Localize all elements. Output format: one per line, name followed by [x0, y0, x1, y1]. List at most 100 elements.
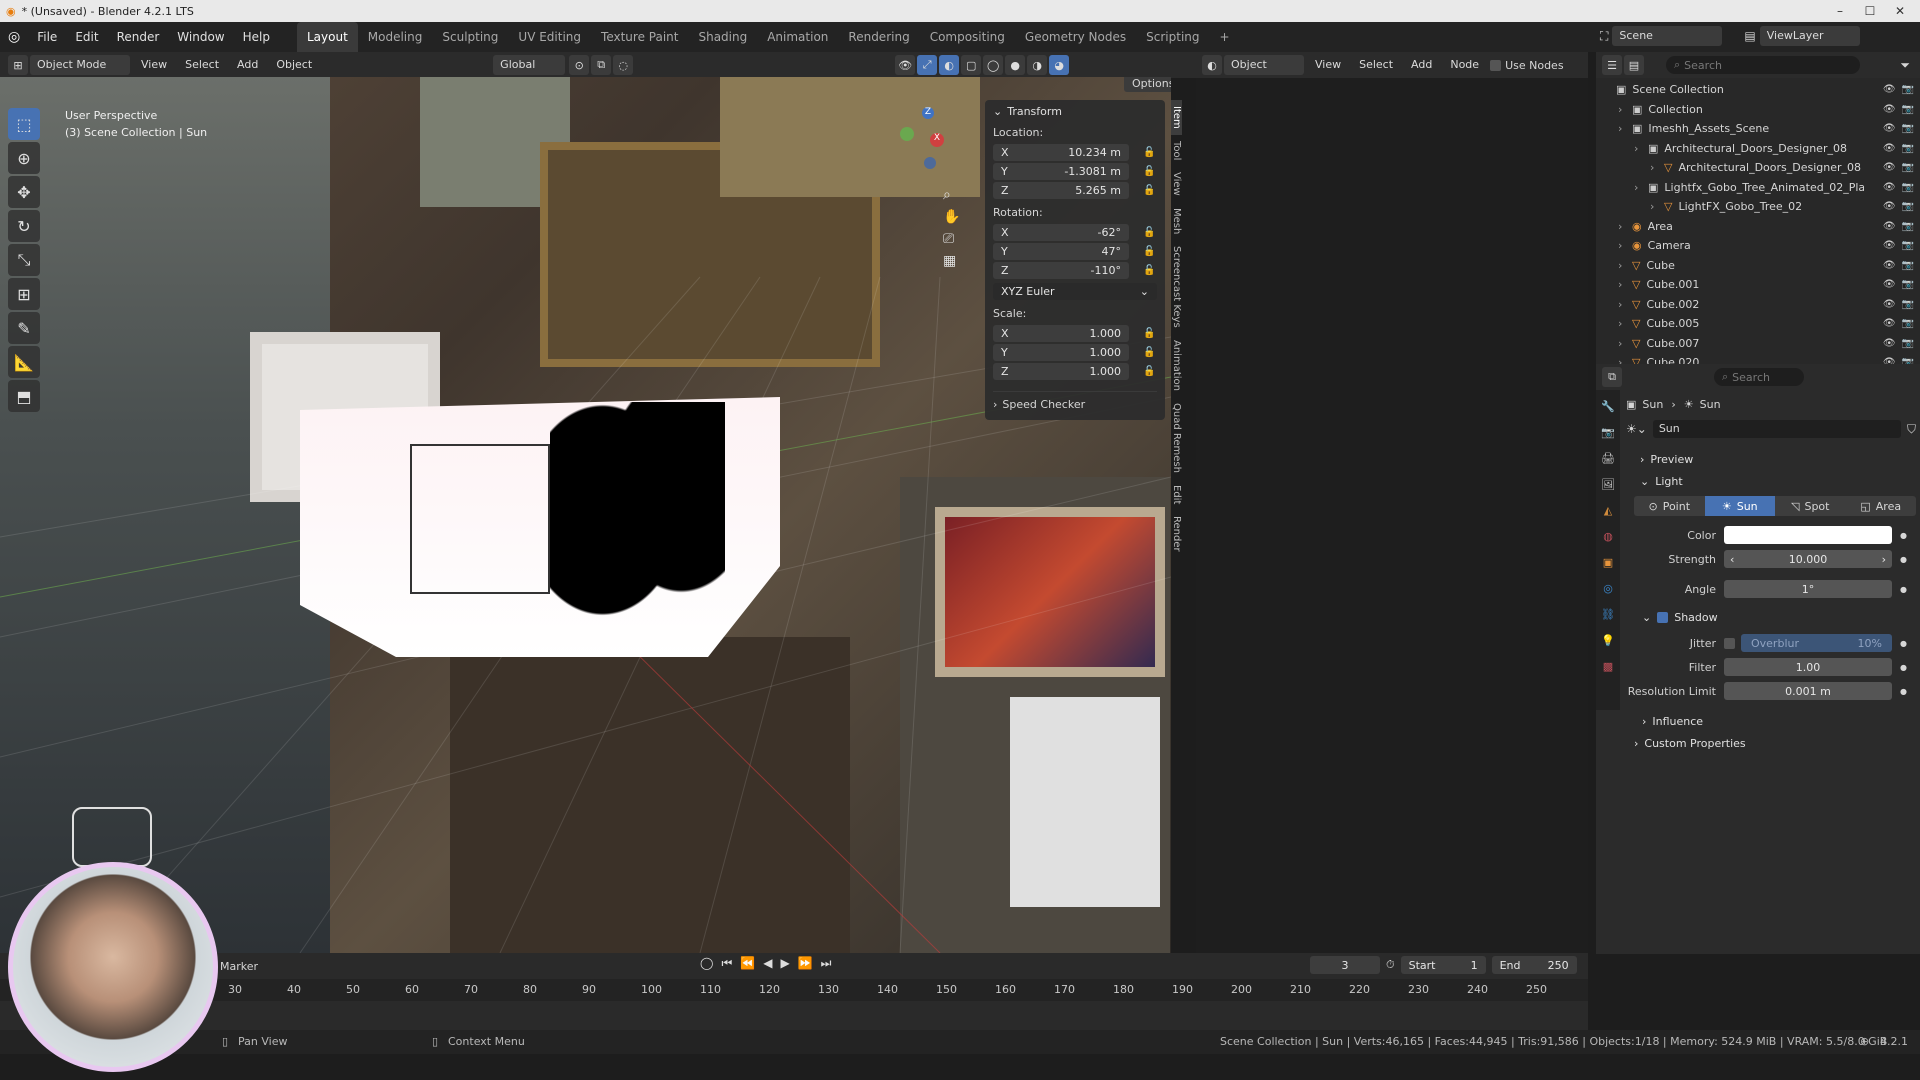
tab-mesh[interactable]: Mesh [1171, 202, 1182, 240]
lock-icon[interactable]: 🔓 [1143, 185, 1157, 196]
snap-icon[interactable]: ⧉ [591, 55, 612, 75]
mode-selector[interactable]: Object Mode [30, 55, 130, 75]
start-frame-field[interactable]: Start 1 [1400, 956, 1486, 974]
render-camera-icon[interactable]: 📷 [1902, 240, 1914, 251]
frame-ruler[interactable]: 30 40 50 60 70 80 90 100 110 120 130 140 150 160 170 18… [0, 979, 1588, 1001]
scene-props-icon[interactable]: ◭ [1598, 500, 1618, 520]
outliner-row[interactable]: › ▽ Cube.005 👁 📷 [1596, 314, 1920, 334]
light-type-area[interactable]: ◱ Area [1845, 496, 1916, 516]
filter-icon[interactable]: ⏷ [1900, 58, 1910, 73]
scale-x-field[interactable]: X 1.000 [993, 325, 1129, 342]
properties-search-input[interactable]: ⌕ Search [1714, 368, 1804, 386]
expand-chevron-icon[interactable]: › [1650, 161, 1662, 174]
annotate-tool-icon[interactable]: ✎ [8, 312, 40, 344]
shading-material-icon[interactable]: ◑ [1027, 55, 1048, 75]
pivot-icon[interactable]: ⊙ [569, 55, 590, 75]
close-button[interactable]: ✕ [1885, 0, 1915, 22]
physics-props-icon[interactable]: ◎ [1598, 578, 1618, 598]
expand-chevron-icon[interactable]: › [1634, 181, 1646, 194]
lock-icon[interactable]: 🔓 [1143, 328, 1157, 339]
keyframe-dot-icon[interactable]: ● [1900, 555, 1916, 564]
overlay-icon[interactable]: ◐ [939, 55, 960, 75]
node-menu-add[interactable]: Add [1404, 55, 1439, 75]
options-dropdown[interactable]: Options [1124, 77, 1171, 92]
world-props-icon[interactable]: ◍ [1598, 526, 1618, 546]
shield-icon[interactable]: ⛉ [1907, 422, 1916, 437]
move-tool-icon[interactable]: ✥ [8, 176, 40, 208]
add-cube-tool-icon[interactable]: ⬒ [8, 380, 40, 412]
display-mode-icon[interactable]: ▤ [1624, 55, 1644, 75]
scale-tool-icon[interactable]: ⤡ [8, 244, 40, 276]
visibility-eye-icon[interactable]: 👁 [1883, 162, 1896, 173]
light-datablock-name[interactable]: Sun [1652, 420, 1901, 438]
keyframe-dot-icon[interactable]: ● [1900, 531, 1916, 540]
outliner-row[interactable]: › ▽ Cube.001 👁 📷 [1596, 275, 1920, 295]
shader-type-selector[interactable]: Object [1224, 55, 1304, 75]
tab-layout[interactable]: Layout [296, 22, 358, 52]
editor-type-icon[interactable]: ⊞ [8, 55, 28, 75]
tab-view[interactable]: View [1171, 166, 1182, 202]
zoom-icon[interactable]: ⌕ [943, 187, 960, 203]
outliner-row[interactable]: › ▽ LightFX_Gobo_Tree_02 👁 📷 [1596, 197, 1920, 217]
tab-modeling[interactable]: Modeling [358, 22, 433, 52]
tab-shading[interactable]: Shading [688, 22, 757, 52]
menu-view[interactable]: View [134, 55, 174, 75]
light-color-swatch[interactable] [1724, 526, 1892, 544]
gizmo-z-neg-icon[interactable] [924, 157, 936, 169]
render-camera-icon[interactable]: 📷 [1902, 318, 1914, 329]
tab-item[interactable]: Item [1171, 100, 1182, 135]
lock-icon[interactable]: 🔓 [1143, 265, 1157, 276]
gizmo-icon[interactable]: ⤢ [917, 55, 938, 75]
rotate-tool-icon[interactable]: ↻ [8, 210, 40, 242]
marker-menu[interactable]: Marker [220, 960, 258, 973]
rotation-x-field[interactable]: X -62° [993, 224, 1129, 241]
resolution-limit-field[interactable]: 0.001 m [1724, 682, 1892, 700]
tool-props-icon[interactable]: 🔧 [1598, 396, 1618, 416]
tab-texture-paint[interactable]: Texture Paint [591, 22, 688, 52]
shader-node-editor[interactable]: ◐ Object View Select Add Node Use Nodes [1196, 52, 1588, 953]
keyframe-dot-icon[interactable]: ● [1900, 687, 1916, 696]
output-props-icon[interactable]: 🖨 [1598, 448, 1618, 468]
visibility-eye-icon[interactable]: 👁 [1883, 201, 1896, 212]
proportional-icon[interactable]: ◌ [613, 55, 634, 75]
outliner-row[interactable]: › ◉ Camera 👁 📷 [1596, 236, 1920, 256]
render-camera-icon[interactable]: 📷 [1902, 299, 1914, 310]
chevron-right-icon[interactable]: › [993, 398, 997, 411]
outliner-row[interactable]: › ▣ Imeshh_Assets_Scene 👁 📷 [1596, 119, 1920, 139]
tab-uv-editing[interactable]: UV Editing [508, 22, 591, 52]
jump-keyframe-forward-icon[interactable]: ⏩ [798, 956, 813, 971]
minimize-button[interactable]: – [1825, 0, 1855, 22]
angle-field[interactable]: 1° [1724, 580, 1892, 598]
expand-chevron-icon[interactable]: › [1650, 200, 1662, 213]
expand-chevron-icon[interactable]: › [1618, 317, 1630, 330]
scene-selector[interactable]: Scene [1612, 26, 1723, 46]
transform-tool-icon[interactable]: ⊞ [8, 278, 40, 310]
outliner-row[interactable]: › ▽ Cube 👁 📷 [1596, 256, 1920, 276]
collapse-chevron-icon[interactable]: ⌄ [993, 105, 1002, 118]
outliner-row[interactable]: › ▽ Cube.002 👁 📷 [1596, 295, 1920, 315]
jump-end-icon[interactable]: ⏭ [821, 956, 832, 971]
render-camera-icon[interactable]: 📷 [1902, 143, 1914, 154]
visibility-eye-icon[interactable]: 👁 [1883, 221, 1896, 232]
location-z-field[interactable]: Z 5.265 m [993, 182, 1129, 199]
node-menu-node[interactable]: Node [1443, 55, 1486, 75]
tab-quad-remesh[interactable]: Quad Remesh [1171, 397, 1182, 479]
lock-icon[interactable]: 🔓 [1143, 166, 1157, 177]
record-icon[interactable]: ◯ [700, 956, 713, 971]
expand-chevron-icon[interactable]: › [1618, 259, 1630, 272]
outliner-row[interactable]: › ▽ Cube.007 👁 📷 [1596, 334, 1920, 354]
visibility-eye-icon[interactable]: 👁 [1883, 182, 1896, 193]
location-y-field[interactable]: Y -1.3081 m [993, 163, 1129, 180]
visibility-eye-icon[interactable]: 👁 [1883, 338, 1896, 349]
render-camera-icon[interactable]: 📷 [1902, 104, 1914, 115]
gizmo-y-neg-icon[interactable] [900, 127, 914, 141]
menu-select[interactable]: Select [178, 55, 226, 75]
outliner-row[interactable]: › ◉ Area 👁 📷 [1596, 217, 1920, 237]
end-frame-field[interactable]: End 250 [1491, 956, 1577, 974]
expand-chevron-icon[interactable]: › [1618, 337, 1630, 350]
scale-y-field[interactable]: Y 1.000 [993, 344, 1129, 361]
overblur-field[interactable]: Overblur 10% [1741, 634, 1892, 652]
render-camera-icon[interactable]: 📷 [1902, 338, 1914, 349]
jump-keyframe-back-icon[interactable]: ⏪ [740, 956, 755, 971]
outliner-row[interactable]: › ▣ Lightfx_Gobo_Tree_Animated_02_Pla 👁 📷 [1596, 178, 1920, 198]
